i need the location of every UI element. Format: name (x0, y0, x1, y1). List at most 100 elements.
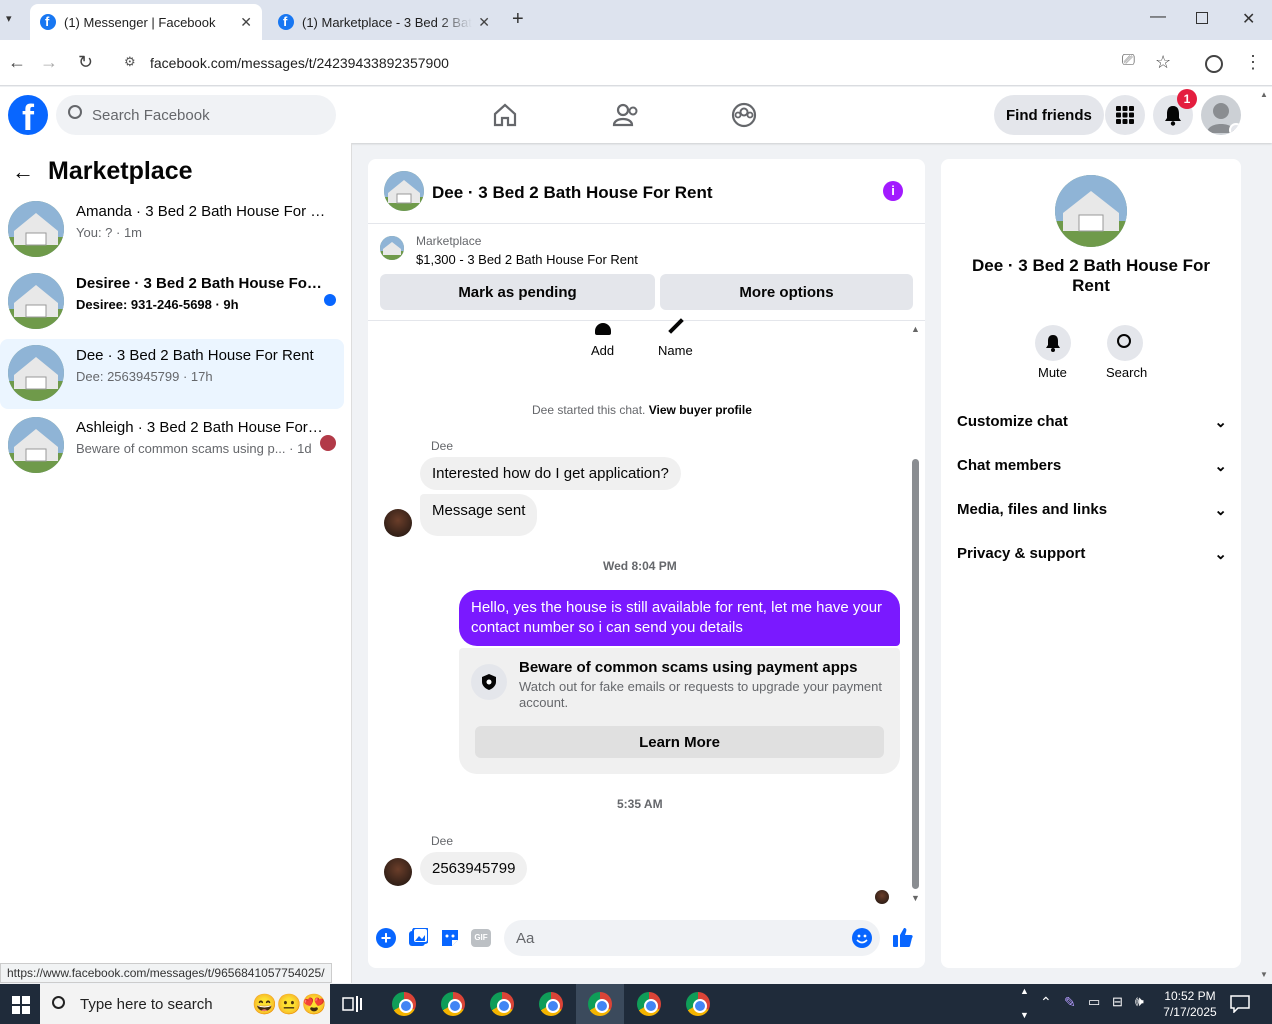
started-text: Dee started this chat. (532, 403, 646, 417)
privacy-support-section[interactable]: Privacy & support ⌄ (957, 545, 1227, 563)
conversation-name: Amanda · 3 Bed 2 Bath House For Rent (76, 203, 326, 220)
facebook-search-input[interactable]: Search Facebook (56, 95, 336, 135)
conversation-item[interactable]: Ashleigh · 3 Bed 2 Bath House For Rent B… (0, 411, 344, 481)
scrollbar-thumb[interactable] (912, 459, 919, 889)
conversation-item-selected[interactable]: Dee · 3 Bed 2 Bath House For Rent Dee: 2… (0, 339, 344, 409)
photo-icon[interactable] (408, 928, 428, 948)
groups-icon[interactable] (731, 102, 757, 128)
chat-members-section[interactable]: Chat members ⌄ (957, 457, 1227, 475)
chrome-taskbar-icon[interactable] (490, 992, 514, 1016)
grid-icon (1116, 106, 1134, 124)
listing-title[interactable]: $1,300 - 3 Bed 2 Bath House For Rent (416, 252, 638, 267)
chrome-taskbar-icon[interactable] (686, 992, 710, 1016)
account-avatar[interactable]: ⌄ (1201, 95, 1241, 135)
friends-icon[interactable] (612, 103, 640, 127)
url-bar[interactable]: ⚙ facebook.com/messages/t/24239433892357… (112, 46, 1192, 80)
emoji-icon[interactable] (852, 928, 872, 948)
tab-messenger[interactable]: (1) Messenger | Facebook ✕ (30, 4, 262, 40)
find-friends-button[interactable]: Find friends (994, 95, 1104, 135)
show-hidden-icons-icon[interactable]: ⌃ (1040, 994, 1052, 1011)
menu-grid-button[interactable] (1105, 95, 1145, 135)
taskbar-search-input[interactable]: Type here to search 😄😐😍 (40, 984, 330, 1024)
bookmark-star-icon[interactable]: ☆ (1155, 52, 1171, 73)
chat-house-thumbnail[interactable] (384, 171, 424, 211)
windows-start-icon[interactable] (12, 996, 30, 1014)
dee-avatar[interactable] (384, 509, 412, 537)
chrome-taskbar-icon[interactable] (637, 992, 661, 1016)
customize-chat-section[interactable]: Customize chat ⌄ (957, 413, 1227, 431)
learn-more-button[interactable]: Learn More (475, 726, 884, 758)
conversation-item[interactable]: Amanda · 3 Bed 2 Bath House For Rent You… (0, 195, 344, 265)
forward-icon[interactable]: → (40, 52, 58, 73)
minimize-icon[interactable]: — (1150, 8, 1166, 26)
action-center-icon[interactable] (1230, 995, 1250, 1013)
taskbar-clock[interactable]: 10:52 PM 7/17/2025 (1156, 988, 1224, 1020)
emoji-decoration-icon: 😄😐😍 (252, 994, 327, 1016)
unread-dot-icon (324, 294, 336, 306)
taskbar-scroll-up-icon[interactable]: ▲ (1020, 986, 1029, 996)
chat-info-panel: Dee · 3 Bed 2 Bath House For Rent Mute S… (941, 159, 1241, 968)
mark-pending-button[interactable]: Mark as pending (380, 274, 655, 310)
new-tab-icon[interactable]: + (512, 8, 524, 31)
chevron-down-icon: ⌄ (1229, 123, 1241, 135)
back-icon[interactable]: ← (8, 52, 26, 73)
listing-label: Marketplace (416, 234, 482, 248)
maximize-icon[interactable] (1196, 12, 1208, 24)
chevron-down-icon: ⌄ (1214, 546, 1227, 563)
search-icon (68, 105, 82, 119)
outgoing-message[interactable]: Hello, yes the house is still available … (459, 590, 900, 646)
tab-marketplace[interactable]: (1) Marketplace - 3 Bed 2 Bath House For… (268, 4, 500, 40)
install-app-icon[interactable]: ⎚ (1122, 52, 1135, 70)
volume-icon[interactable]: 🕪 (1135, 993, 1144, 1010)
notifications-button[interactable]: 1 (1153, 89, 1197, 135)
close-window-icon[interactable]: ✕ (1242, 9, 1255, 29)
device-icon[interactable]: ▭ (1088, 994, 1100, 1010)
scroll-up-icon[interactable]: ▲ (911, 324, 920, 334)
search-in-chat-button[interactable] (1107, 325, 1143, 361)
site-info-icon[interactable]: ⚙ (124, 54, 136, 70)
task-view-icon[interactable] (342, 995, 362, 1013)
reload-icon[interactable]: ↻ (78, 52, 93, 73)
incoming-message[interactable]: Interested how do I get application? (420, 457, 681, 490)
gif-icon[interactable]: GIF (471, 929, 491, 947)
network-icon[interactable]: ⊟ (1112, 994, 1123, 1010)
taskbar-scroll-down-icon[interactable]: ▼ (1020, 1010, 1029, 1020)
incoming-message[interactable]: Message sent (420, 494, 538, 536)
chrome-taskbar-icon[interactable] (441, 992, 465, 1016)
back-arrow-icon[interactable]: ← (12, 159, 34, 185)
feather-app-icon[interactable]: ✎ (1064, 994, 1076, 1011)
browser-menu-icon[interactable]: ⋮ (1244, 52, 1262, 73)
facebook-logo-icon[interactable]: f (8, 95, 48, 135)
section-label: Privacy & support (957, 545, 1086, 562)
read-receipt-avatar (875, 890, 889, 904)
profile-icon[interactable] (1205, 55, 1223, 73)
home-icon[interactable] (492, 103, 518, 127)
page-scroll-up-icon[interactable]: ▲ (1260, 90, 1268, 99)
add-contact-button[interactable] (586, 315, 620, 337)
message-input[interactable]: Aa (504, 920, 880, 956)
dee-avatar[interactable] (384, 858, 412, 886)
chat-title[interactable]: Dee · 3 Bed 2 Bath House For Rent (432, 183, 713, 203)
more-options-button[interactable]: More options (660, 274, 913, 310)
chrome-taskbar-icon[interactable] (539, 992, 563, 1016)
chat-large-thumbnail[interactable] (1055, 175, 1127, 247)
media-files-links-section[interactable]: Media, files and links ⌄ (957, 501, 1227, 519)
marketplace-title: Marketplace (48, 157, 193, 185)
mute-button[interactable] (1035, 325, 1071, 361)
edit-name-button[interactable] (658, 315, 692, 337)
tab-list-icon[interactable]: ▾ (6, 12, 12, 25)
view-buyer-profile-link[interactable]: View buyer profile (649, 403, 752, 417)
close-tab-icon[interactable]: ✕ (240, 14, 252, 31)
sticker-icon[interactable] (440, 928, 460, 948)
page-scroll-down-icon[interactable]: ▼ (1260, 970, 1268, 979)
more-actions-icon[interactable]: + (376, 928, 396, 948)
close-tab-icon[interactable]: ✕ (478, 14, 490, 31)
warning-body: Watch out for fake emails or requests to… (519, 679, 882, 710)
conversation-item[interactable]: Desiree · 3 Bed 2 Bath House For Rent De… (0, 267, 344, 337)
chrome-taskbar-icon-active[interactable] (588, 992, 612, 1016)
scroll-down-icon[interactable]: ▼ (911, 893, 920, 903)
chrome-taskbar-icon[interactable] (392, 992, 416, 1016)
thumbs-up-icon[interactable] (892, 926, 914, 948)
incoming-message[interactable]: 2563945799 (420, 852, 528, 885)
info-icon[interactable]: i (883, 181, 903, 201)
